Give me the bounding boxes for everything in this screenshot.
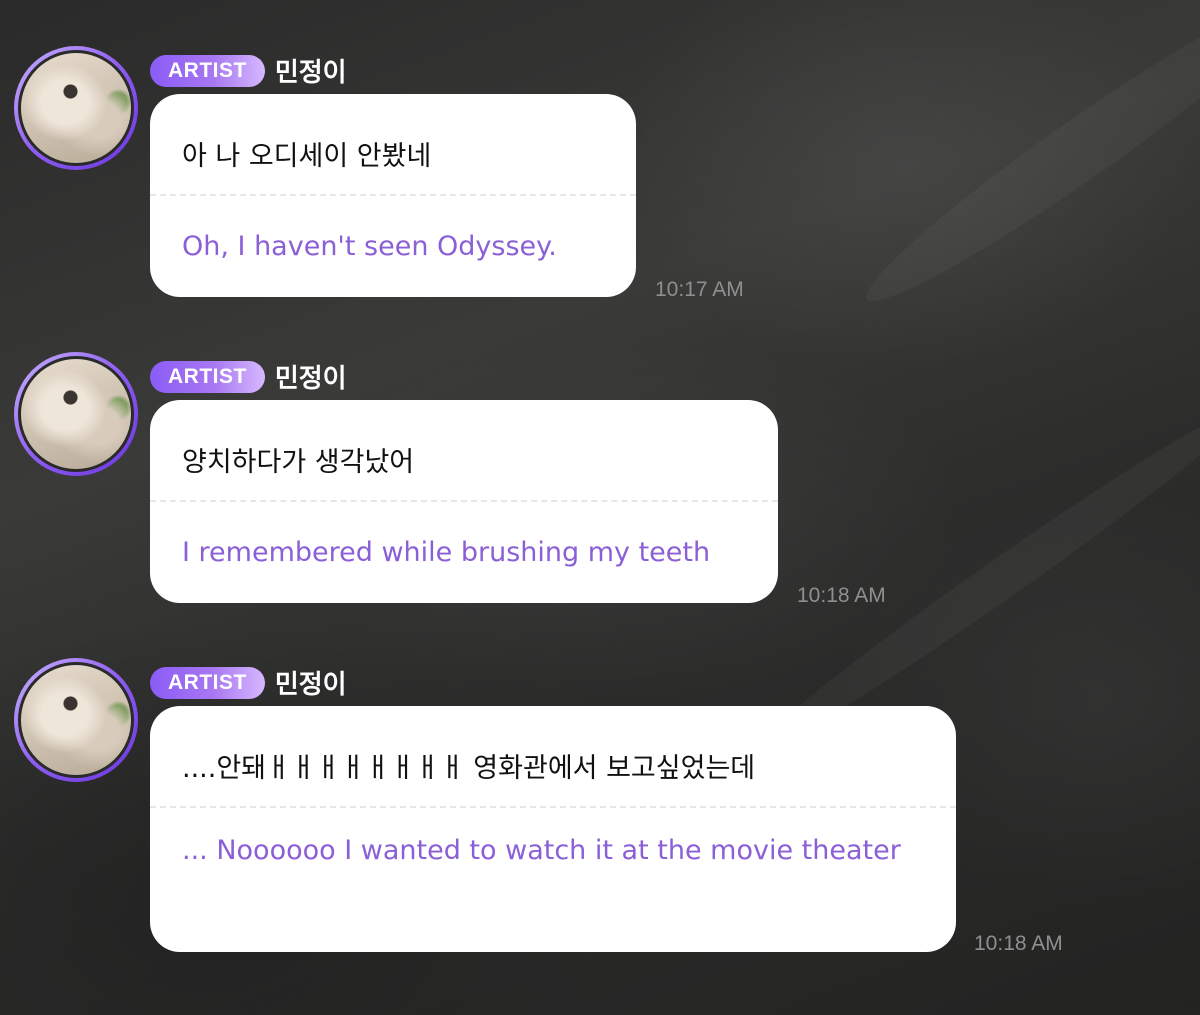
timestamp: 10:17 AM [655,278,744,301]
sender-name: 민정이 [274,364,347,394]
message-header: ARTIST 민정이 [150,52,347,89]
avatar[interactable] [14,352,138,476]
original-text: 양치하다가 생각났어 [182,447,415,478]
original-text: 아 나 오디세이 안봤네 [182,141,432,172]
message-bubble[interactable]: ....안돼ㅐㅐㅐㅐㅐㅐㅐㅐ 영화관에서 보고싶었는데 ... Noooooo … [150,706,956,952]
message-header: ARTIST 민정이 [150,358,347,395]
translation-text: ... Noooooo I wanted to watch it at the … [182,835,901,866]
original-text: ....안돼ㅐㅐㅐㅐㅐㅐㅐㅐ 영화관에서 보고싶었는데 [182,753,756,784]
sender-name: 민정이 [274,58,347,88]
sender-name: 민정이 [274,670,347,700]
chat-message: ARTIST 민정이 ....안돼ㅐㅐㅐㅐㅐㅐㅐㅐ 영화관에서 보고싶었는데 .… [14,658,1194,968]
artist-badge: ARTIST [150,666,265,699]
avatar[interactable] [14,658,138,782]
artist-badge: ARTIST [150,54,265,87]
avatar[interactable] [14,46,138,170]
timestamp: 10:18 AM [974,932,1063,955]
avatar-photo [18,356,134,472]
timestamp: 10:18 AM [797,584,886,607]
message-bubble[interactable]: 아 나 오디세이 안봤네 Oh, I haven't seen Odyssey. [150,94,636,297]
chat-message: ARTIST 민정이 아 나 오디세이 안봤네 Oh, I haven't se… [14,46,1194,306]
artist-badge: ARTIST [150,360,265,393]
translation-text: Oh, I haven't seen Odyssey. [182,231,557,262]
chat-message: ARTIST 민정이 양치하다가 생각났어 I remembered while… [14,352,1194,612]
avatar-photo [18,662,134,778]
message-bubble[interactable]: 양치하다가 생각났어 I remembered while brushing m… [150,400,778,603]
message-header: ARTIST 민정이 [150,664,347,701]
avatar-photo [18,50,134,166]
translation-text: I remembered while brushing my teeth [182,537,711,568]
